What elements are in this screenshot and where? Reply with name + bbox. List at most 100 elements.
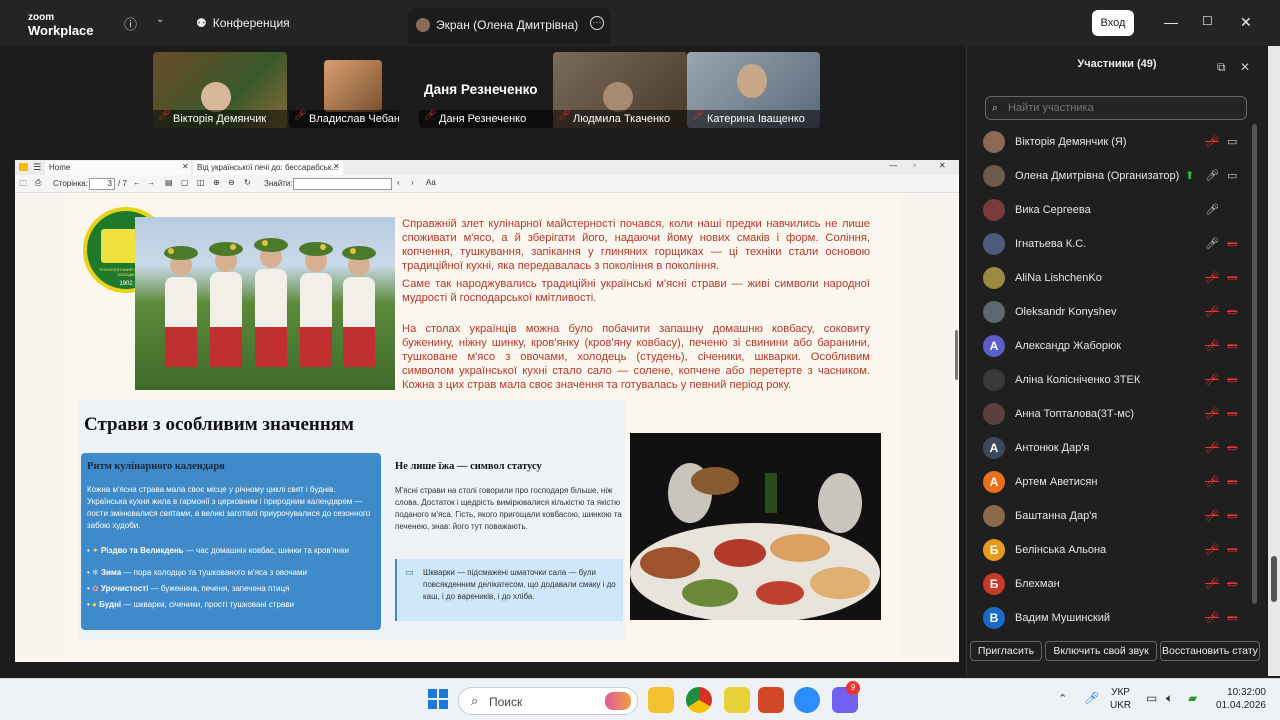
participant-row[interactable]: Б Блехман 🎤︎ ▭ [979, 568, 1249, 602]
camera-off-icon[interactable]: ▭ [1227, 407, 1237, 420]
clock[interactable]: 10:32:00 01.04.2026 [1214, 686, 1266, 712]
mic-off-icon[interactable]: 🎤︎ [1205, 577, 1219, 590]
camera-off-icon[interactable]: ▭ [1227, 237, 1237, 250]
unmute-self-button[interactable]: Включить свой звук [1045, 641, 1157, 661]
participant-row[interactable]: Баштанна Дар'я 🎤︎ ▭ [979, 500, 1249, 534]
chrome-icon[interactable] [686, 687, 712, 713]
mic-off-icon[interactable]: 🎤︎ [1205, 543, 1219, 556]
invite-button[interactable]: Пригласить [970, 641, 1042, 661]
chevron-down-icon[interactable]: ⌄ [156, 14, 164, 25]
folder-icon[interactable]: 🗀︎ [19, 178, 27, 192]
dual-page-icon[interactable]: ◫ [197, 178, 205, 187]
close-icon[interactable]: ✕ [1240, 60, 1250, 74]
participant-row[interactable]: Вікторія Демянчик (Я) 🎤︎ ▭ [979, 126, 1249, 160]
mic-off-icon[interactable]: 🎤︎ [1205, 271, 1219, 284]
maximize-icon[interactable]: ▫ [913, 161, 916, 170]
camera-off-icon[interactable]: ▭ [1227, 271, 1237, 284]
fit-page-icon[interactable]: ▤ [165, 178, 173, 187]
mic-off-icon[interactable]: 🎤︎ [1205, 373, 1219, 386]
chevron-up-icon[interactable]: ⌃ [1058, 692, 1067, 705]
file-explorer-icon[interactable] [648, 687, 674, 713]
camera-off-icon[interactable]: ▭ [1227, 577, 1237, 590]
zoom-out-icon[interactable]: ⊖ [228, 178, 235, 187]
rotate-icon[interactable]: ↻ [244, 178, 251, 187]
participant-row[interactable]: Ігнатьева К.С. 🎤︎ ▭ [979, 228, 1249, 262]
camera-off-icon[interactable]: ▭ [1227, 543, 1237, 556]
pinned-app-icon[interactable] [724, 687, 750, 713]
mic-off-icon[interactable]: 🎤︎ [1205, 407, 1219, 420]
powerpoint-icon[interactable] [758, 687, 784, 713]
close-icon[interactable]: ✕ [182, 162, 189, 171]
maximize-icon[interactable]: ☐ [1202, 14, 1213, 28]
tab-screen-share[interactable]: Экран (Олена Дмитрівна) ··· [408, 8, 610, 44]
participant-row[interactable]: А Антонюк Дар'я 🎤︎ ▭ [979, 432, 1249, 466]
mic-off-icon[interactable]: 🎤︎ [1205, 509, 1219, 522]
find-input[interactable] [293, 178, 392, 190]
close-icon[interactable]: ✕ [1240, 14, 1252, 31]
chevron-left-icon[interactable]: ‹ [397, 178, 400, 187]
mic-off-icon[interactable]: 🎤︎ [1205, 611, 1219, 624]
menu-icon[interactable]: ☰ [33, 162, 41, 173]
text-size-icon[interactable]: Aa [426, 178, 436, 187]
participant-scrollbar[interactable] [1252, 124, 1257, 604]
video-tile[interactable]: 🎤︎ Владислав Чебану [289, 52, 399, 128]
zoom-in-icon[interactable]: ⊕ [213, 178, 220, 187]
mic-off-icon[interactable]: 🎤︎ [1205, 305, 1219, 318]
participant-row[interactable]: Олена Дмитрівна (Организатор) ⬆ 🎤︎ ▭ [979, 160, 1249, 194]
monitor-icon[interactable]: ▭ [1146, 691, 1157, 705]
single-page-icon[interactable]: ▢ [181, 178, 189, 187]
participant-row[interactable]: Вика Сергеева 🎤︎ [979, 194, 1249, 228]
camera-off-icon[interactable]: ▭ [1227, 509, 1237, 522]
more-icon[interactable]: ··· [590, 16, 604, 30]
camera-off-icon[interactable]: ▭ [1227, 339, 1237, 352]
tab-conference[interactable]: ⚉ Конференция [196, 16, 290, 30]
camera-off-icon[interactable]: ▭ [1227, 441, 1237, 454]
minimize-icon[interactable]: — [1164, 14, 1178, 30]
scroll-thumb[interactable] [1271, 556, 1277, 602]
microphone-icon[interactable]: 🎤︎ [1084, 691, 1099, 705]
mic-off-icon[interactable]: 🎤︎ [1205, 135, 1219, 148]
volume-icon[interactable]: 🔈︎ [1166, 691, 1173, 706]
minimize-icon[interactable]: — [889, 161, 897, 170]
mic-off-icon[interactable]: 🎤︎ [1205, 339, 1219, 352]
viber-icon[interactable]: 9 [832, 681, 860, 713]
microphone-icon[interactable]: 🎤︎ [1205, 237, 1219, 250]
arrow-right-icon[interactable]: → [147, 178, 155, 187]
tab-home[interactable]: Home [45, 161, 191, 175]
taskbar-search[interactable]: ⌕ Поиск [458, 687, 638, 715]
video-tile[interactable]: Даня Резнеченко 🎤︎ Даня Резнеченко [419, 52, 553, 128]
participant-row[interactable]: Аліна Колісніченко 3ТЕК 🎤︎ ▭ [979, 364, 1249, 398]
camera-icon[interactable]: ▭ [1227, 169, 1237, 182]
video-tile[interactable]: 🎤︎ Вікторія Демянчик [153, 52, 287, 128]
camera-off-icon[interactable]: ▭ [1227, 611, 1237, 624]
participant-row[interactable]: Б Белінська Альона 🎤︎ ▭ [979, 534, 1249, 568]
battery-icon[interactable]: ▰ [1188, 691, 1197, 705]
camera-icon[interactable]: ▭ [1227, 135, 1237, 148]
camera-off-icon[interactable]: ▭ [1227, 475, 1237, 488]
participant-row[interactable]: A Александр Жаборюк 🎤︎ ▭ [979, 330, 1249, 364]
video-tile[interactable]: 🎤︎ Катерина Іващенко [687, 52, 820, 128]
restore-status-button[interactable]: Восстановить стату [1160, 641, 1260, 661]
page-number-input[interactable]: 3 [89, 178, 115, 190]
windows-start-icon[interactable] [428, 689, 448, 709]
mic-off-icon[interactable]: 🎤︎ [1205, 475, 1219, 488]
camera-off-icon[interactable]: ▭ [1227, 305, 1237, 318]
info-icon[interactable]: ⓘ [124, 14, 137, 33]
zoom-taskbar-icon[interactable] [794, 687, 820, 713]
participant-row[interactable]: Oleksandr Konyshev 🎤︎ ▭ [979, 296, 1249, 330]
participant-row[interactable]: AliNa LishchenKo 🎤︎ ▭ [979, 262, 1249, 296]
close-icon[interactable]: ✕ [333, 162, 340, 171]
video-tile[interactable]: 🎤︎ Людмила Ткаченко [553, 52, 687, 128]
chevron-right-icon[interactable]: › [411, 178, 414, 187]
mic-off-icon[interactable]: 🎤︎ [1205, 441, 1219, 454]
participant-row[interactable]: Анна Топталова(3Т-мс) 🎤︎ ▭ [979, 398, 1249, 432]
camera-off-icon[interactable]: ▭ [1227, 373, 1237, 386]
login-button[interactable]: Вход [1092, 10, 1134, 36]
arrow-left-icon[interactable]: ← [133, 178, 141, 187]
side-scrollbar[interactable] [1268, 46, 1280, 676]
close-icon[interactable]: ✕ [939, 161, 946, 170]
language-indicator[interactable]: УКР UKR [1110, 686, 1131, 712]
participant-row[interactable]: А Артем Аветисян 🎤︎ ▭ [979, 466, 1249, 500]
microphone-icon[interactable]: 🎤︎ [1205, 203, 1219, 216]
tab-document[interactable]: Від української печі до: бессарабськ... [193, 161, 343, 175]
